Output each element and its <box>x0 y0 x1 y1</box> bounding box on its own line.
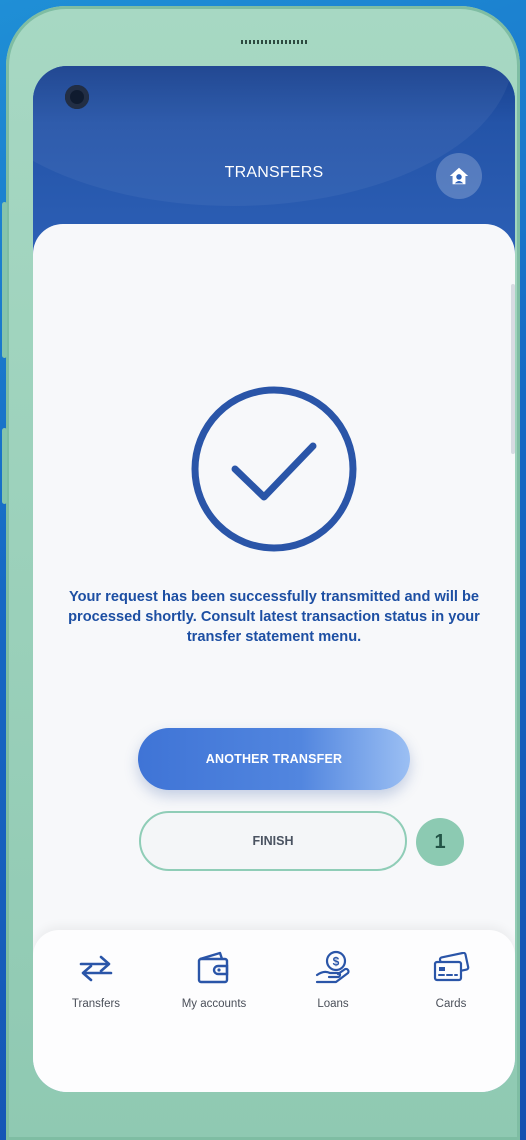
nav-item-label: Loans <box>317 998 349 1010</box>
camera-icon <box>65 85 89 109</box>
home-button[interactable] <box>436 153 482 199</box>
transfer-arrows-icon <box>79 955 113 982</box>
side-button-left-top <box>2 202 7 358</box>
success-message-line: Your request has been successfully trans… <box>68 589 480 605</box>
success-message: Your request has been successfully trans… <box>47 587 501 647</box>
success-message-line: processed shortly. Consult latest transa… <box>68 609 480 625</box>
another-transfer-button[interactable]: ANOTHER TRANSFER <box>138 728 410 790</box>
phone-screen: TRANSFERS Your request has been successf… <box>33 66 515 1092</box>
check-circle-icon <box>191 386 357 552</box>
side-button-left-bottom <box>2 428 7 504</box>
speaker-grille <box>241 40 307 44</box>
nav-item-cards[interactable]: Cards <box>401 948 501 1018</box>
cards-icon <box>433 952 470 982</box>
svg-text:$: $ <box>333 955 340 969</box>
nav-item-loans[interactable]: $ Loans <box>283 948 383 1018</box>
nav-item-label: Transfers <box>71 998 121 1010</box>
nav-item-transfers[interactable]: Transfers <box>46 948 146 1018</box>
success-message-line: transfer statement menu. <box>186 629 362 645</box>
finish-button[interactable]: FINISH <box>139 811 407 871</box>
phone-frame: TRANSFERS Your request has been successf… <box>2 6 520 1140</box>
bottom-nav: Transfers My accounts $ Loans Cards <box>33 930 515 1092</box>
wallet-icon <box>197 951 229 984</box>
scrollbar[interactable] <box>511 284 515 454</box>
loan-coin-icon: $ <box>315 950 350 984</box>
nav-item-label: Cards <box>435 998 467 1010</box>
nav-item-my-accounts[interactable]: My accounts <box>164 948 264 1018</box>
home-icon <box>449 167 469 185</box>
step-badge: 1 <box>416 818 464 866</box>
nav-item-label: My accounts <box>181 998 247 1010</box>
